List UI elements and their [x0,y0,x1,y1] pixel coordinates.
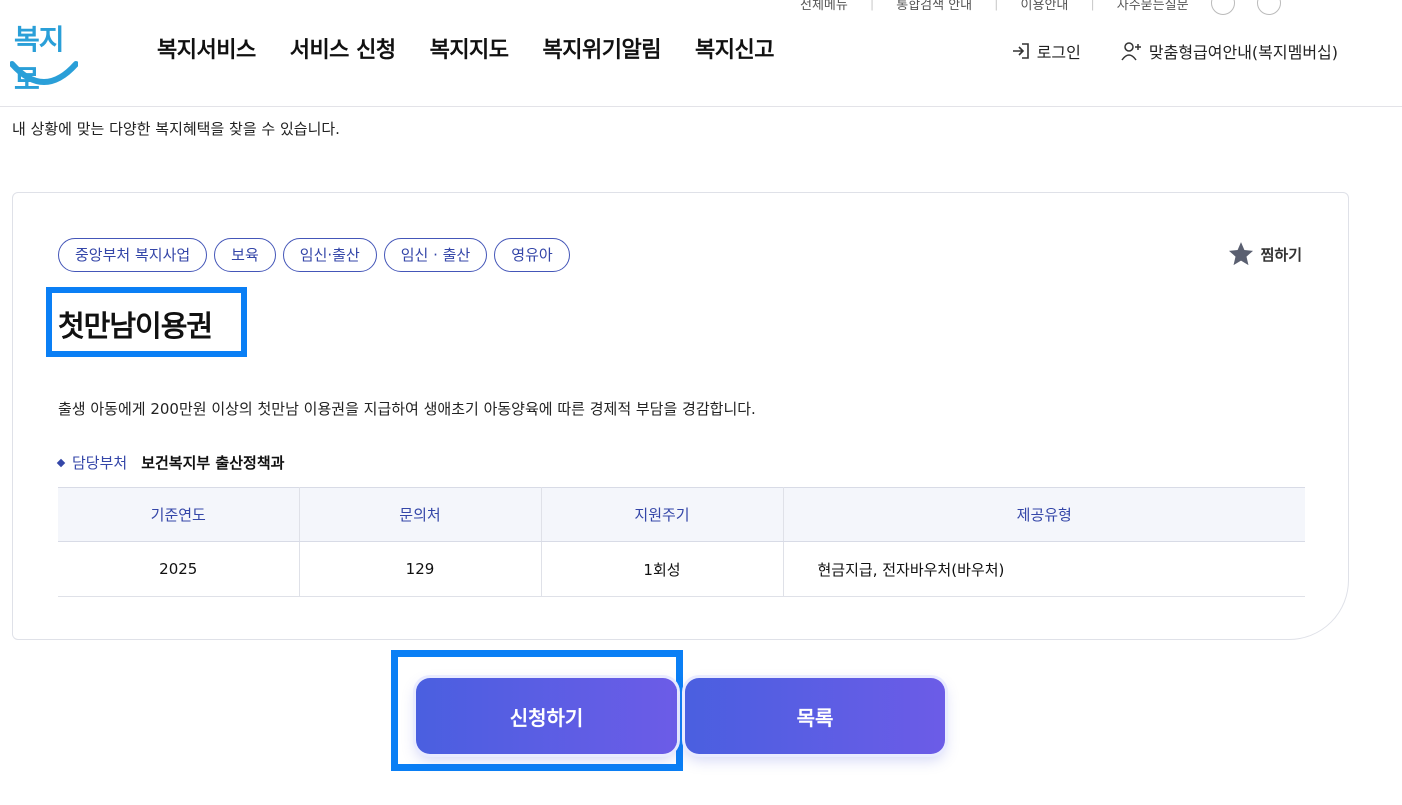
apply-button[interactable]: 신청하기 [416,678,677,754]
site-header: 전체메뉴 | 통합검색 안내 | 이용안내 | 자주묻는질문 복지로 복지서비스… [0,0,1402,107]
table-row: 2025 129 1회성 현금지급, 전자바우처(바우처) [58,541,1305,597]
service-info-table: 기준연도 문의처 지원주기 제공유형 2025 129 1회성 현금지급, 전자… [58,487,1305,597]
user-plus-icon [1121,42,1141,61]
util-link-all-menu[interactable]: 전체메뉴 [800,0,848,13]
divider: | [1090,0,1095,11]
membership-label: 맞춤형급여안내(복지멤버십) [1148,43,1338,62]
nav-welfare-map[interactable]: 복지지도 [430,32,509,64]
tag-infant[interactable]: 영유아 [494,238,570,272]
divider: | [869,0,875,11]
diamond-bullet-icon [56,458,66,467]
column-header-base-year: 기준연도 [58,487,300,542]
main-nav: 복지서비스 서비스 신청 복지지도 복지위기알림 복지신고 [157,32,774,64]
tag-central-ministry[interactable]: 중앙부처 복지사업 [58,238,208,272]
cell-contact: 129 [299,541,542,597]
tag-pregnancy-birth-2[interactable]: 임신 · 출산 [383,238,488,272]
divider: | [994,0,999,11]
membership-link[interactable]: 맞춤형급여안내(복지멤버십) [1121,39,1338,63]
intro-text: 내 상황에 맞는 다양한 복지혜택을 찾을 수 있습니다. [12,120,340,138]
star-icon [1228,242,1253,266]
header-actions: 로그인 맞춤형급여안내(복지멤버십) [1011,39,1338,63]
service-detail-card: 중앙부처 복지사업 보육 임신·출산 임신 · 출산 영유아 찜하기 첫만남이용… [12,192,1349,640]
cell-support-cycle: 1회성 [541,541,784,597]
login-arrow-icon [1012,43,1029,59]
util-link-search-guide[interactable]: 통합검색 안내 [896,0,972,13]
tag-list: 중앙부처 복지사업 보육 임신·출산 임신 · 출산 영유아 [58,238,570,272]
list-button[interactable]: 목록 [685,678,945,754]
service-title: 첫만남이용권 [58,309,213,343]
column-header-contact: 문의처 [299,487,542,542]
department-label: 담당부처 [56,452,128,473]
logo-smile-icon [10,61,78,85]
department-info: 담당부처 보건복지부 출산정책과 [56,452,285,473]
nav-welfare-services[interactable]: 복지서비스 [157,32,256,64]
favorite-label: 찜하기 [1260,245,1302,264]
department-value: 보건복지부 출산정책과 [141,454,285,472]
login-link[interactable]: 로그인 [1011,39,1081,63]
favorite-button[interactable]: 찜하기 [1227,240,1302,268]
settings-icon[interactable] [1256,0,1281,15]
title-highlight-box: 첫만남이용권 [46,287,247,357]
tag-pregnancy-birth[interactable]: 임신·출산 [282,238,377,272]
cell-provision-type: 현금지급, 전자바우처(바우처) [783,541,1305,597]
tag-childcare[interactable]: 보육 [214,238,276,272]
nav-welfare-report[interactable]: 복지신고 [695,32,774,64]
util-link-faq[interactable]: 자주묻는질문 [1117,0,1189,13]
service-description: 출생 아동에게 200만원 이상의 첫만남 이용권을 지급하여 생애초기 아동양… [58,400,756,418]
column-header-support-cycle: 지원주기 [541,487,784,542]
site-logo[interactable]: 복지로 [10,18,80,96]
table-header-row: 기준연도 문의처 지원주기 제공유형 [58,487,1305,542]
cell-base-year: 2025 [58,541,300,597]
util-link-usage-guide[interactable]: 이용안내 [1021,0,1069,13]
font-size-icon[interactable] [1210,0,1235,15]
column-header-provision-type: 제공유형 [783,487,1305,542]
utility-bar: 전체메뉴 | 통합검색 안내 | 이용안내 | 자주묻는질문 [800,0,1281,15]
nav-service-apply[interactable]: 서비스 신청 [290,32,396,64]
department-label-text: 담당부처 [72,454,128,472]
nav-welfare-crisis-alert[interactable]: 복지위기알림 [543,32,662,64]
login-label: 로그인 [1036,43,1081,62]
